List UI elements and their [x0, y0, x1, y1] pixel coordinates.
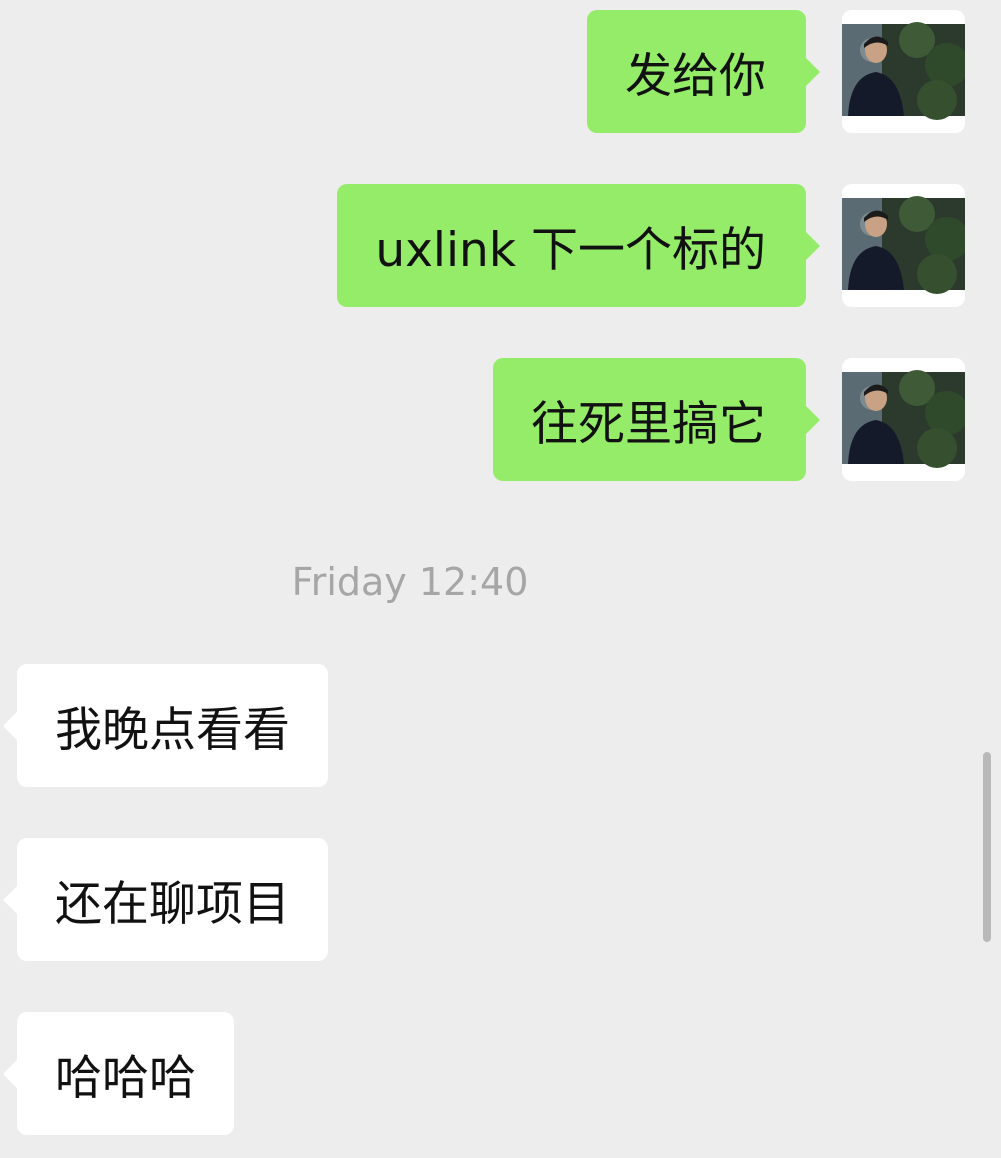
- user-avatar[interactable]: [842, 10, 965, 133]
- incoming-bubble[interactable]: 还在聊项目: [17, 838, 328, 961]
- message-text: 哈哈哈: [55, 1051, 196, 1106]
- outgoing-bubble[interactable]: 往死里搞它: [493, 358, 806, 481]
- incoming-bubble[interactable]: 哈哈哈: [17, 1012, 234, 1135]
- outgoing-bubble[interactable]: 发给你: [587, 10, 806, 133]
- chat-screen: 发给你 uxlink 下一个标的 往死里搞它 Friday 12:40 我晚点看…: [0, 0, 1001, 1158]
- user-photo-avatar-icon: [842, 10, 965, 133]
- message-text: 往死里搞它: [531, 397, 766, 452]
- message-text: 我晚点看看: [55, 703, 290, 758]
- user-photo-avatar-icon: [842, 358, 965, 481]
- user-photo-avatar-icon: [842, 184, 965, 307]
- message-text: 发给你: [625, 49, 766, 104]
- incoming-bubble[interactable]: 我晚点看看: [17, 664, 328, 787]
- scrollbar[interactable]: [983, 752, 991, 942]
- message-text: uxlink 下一个标的: [375, 223, 766, 278]
- outgoing-message: 往死里搞它: [35, 358, 965, 481]
- user-avatar[interactable]: [842, 184, 965, 307]
- chat-timestamp: Friday 12:40: [291, 560, 529, 604]
- outgoing-bubble[interactable]: uxlink 下一个标的: [337, 184, 806, 307]
- outgoing-message: uxlink 下一个标的: [35, 184, 965, 307]
- message-text: 还在聊项目: [55, 877, 290, 932]
- outgoing-message: 发给你: [35, 10, 965, 133]
- user-avatar[interactable]: [842, 358, 965, 481]
